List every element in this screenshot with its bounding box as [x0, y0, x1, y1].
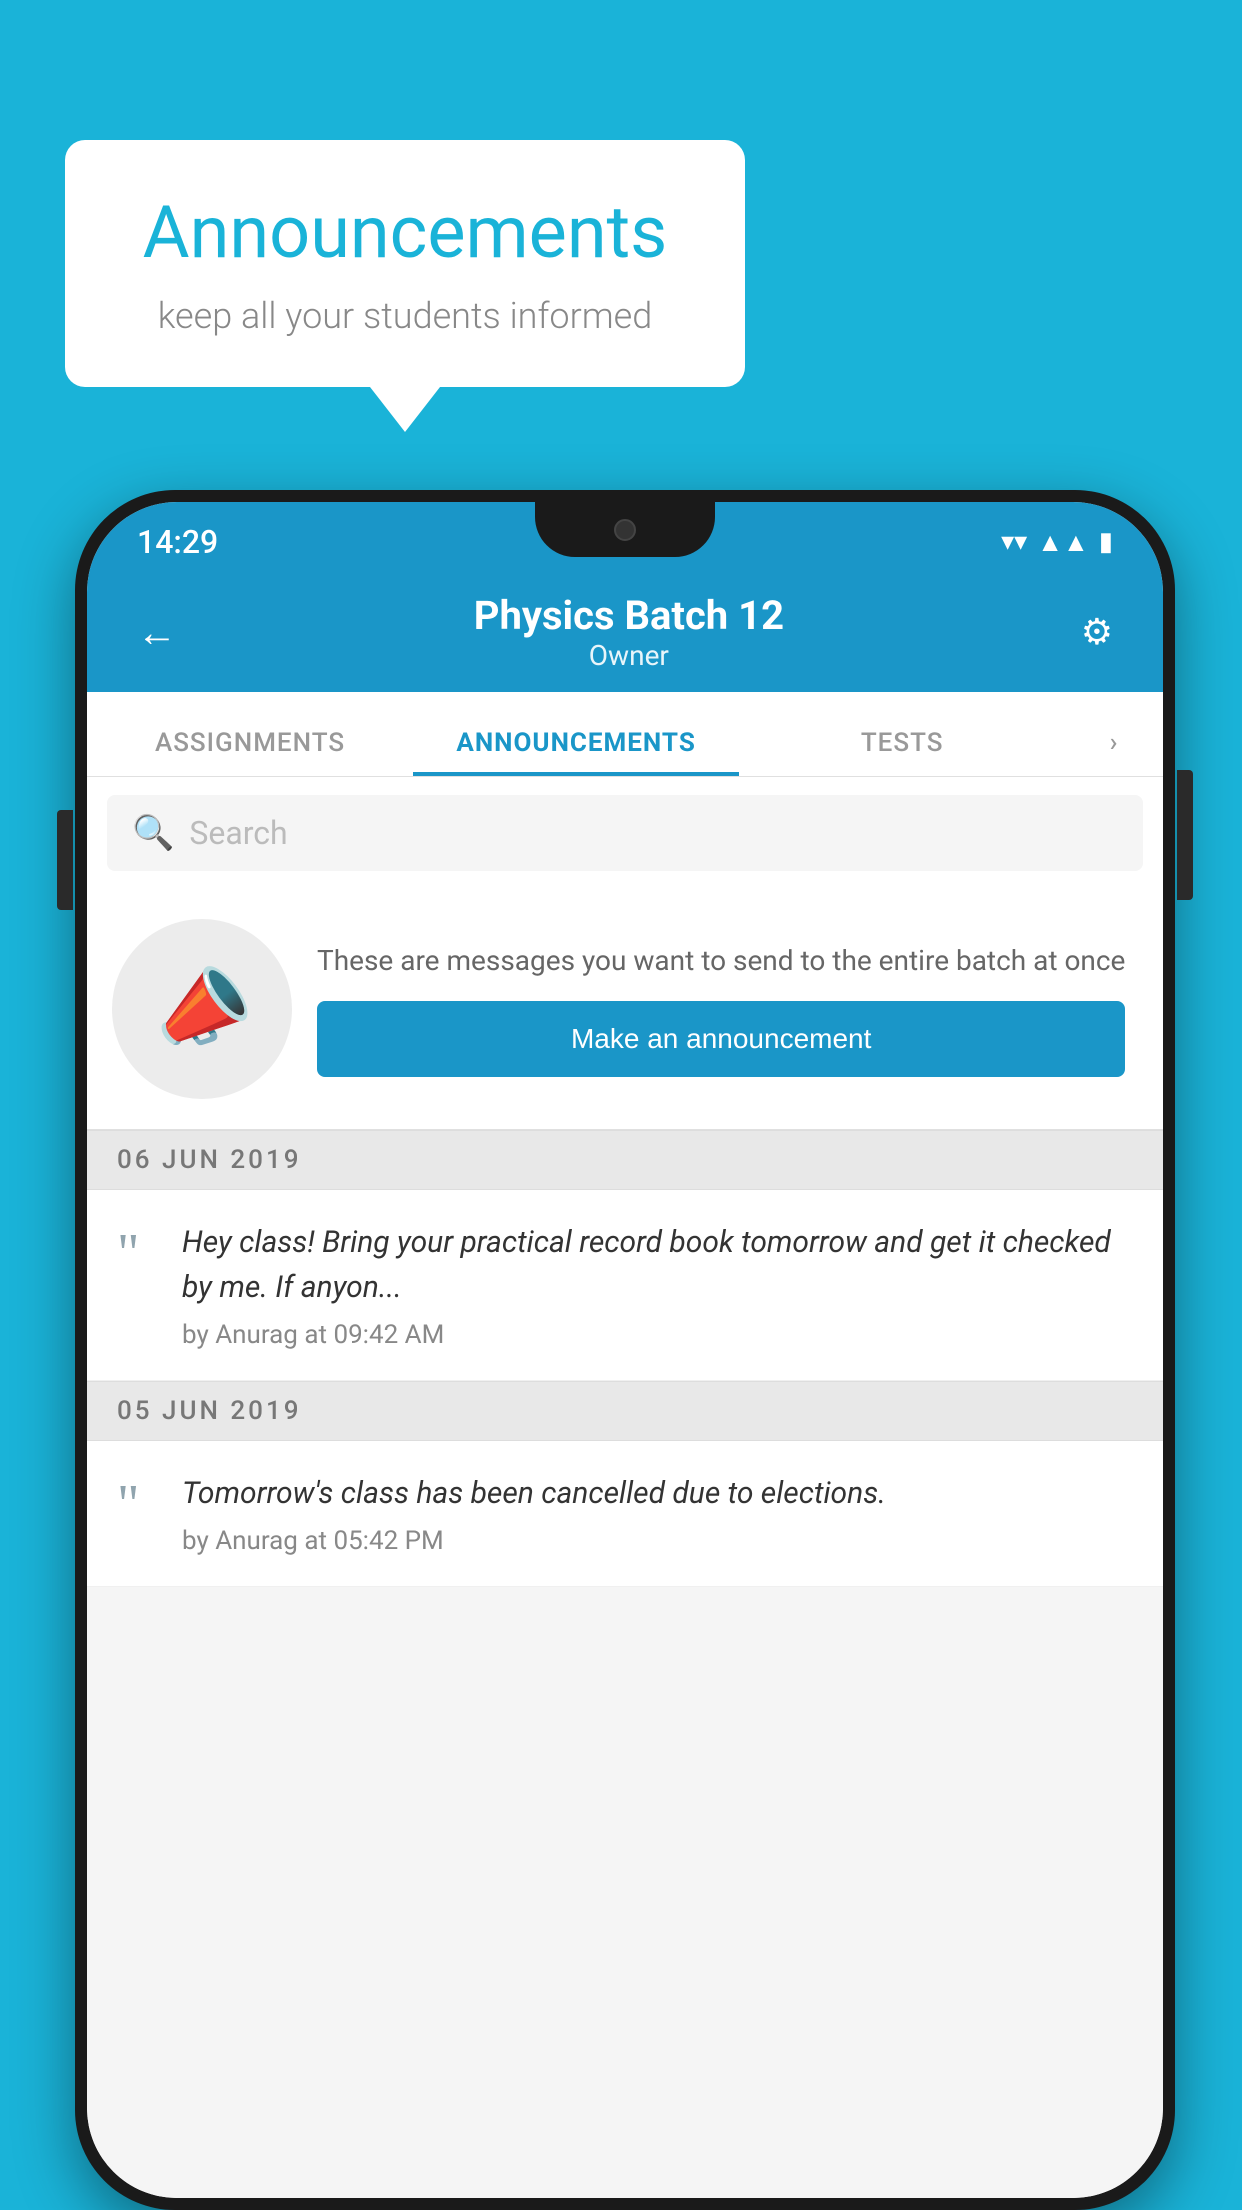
announcement-meta-2: by Anurag at 05:42 PM — [182, 1526, 1133, 1556]
battery-icon: ▮ — [1099, 527, 1113, 557]
phone-wrapper: 14:29 ▾▾ ▲▲ ▮ ← Physics Batch 12 Owner ⚙ — [75, 490, 1175, 2210]
promo-icon-circle: 📣 — [112, 919, 292, 1099]
tab-announcements[interactable]: ANNOUNCEMENTS — [413, 728, 739, 776]
app-bar-subtitle: Owner — [474, 639, 784, 672]
status-icons: ▾▾ ▲▲ ▮ — [1001, 527, 1113, 558]
phone-screen: 14:29 ▾▾ ▲▲ ▮ ← Physics Batch 12 Owner ⚙ — [87, 502, 1163, 2198]
tab-more[interactable]: › — [1065, 728, 1163, 776]
tab-assignments[interactable]: ASSIGNMENTS — [87, 728, 413, 776]
tabs: ASSIGNMENTS ANNOUNCEMENTS TESTS › — [87, 692, 1163, 777]
announcement-content-2: Tomorrow's class has been cancelled due … — [182, 1471, 1133, 1556]
announcement-meta-1: by Anurag at 09:42 AM — [182, 1320, 1133, 1350]
app-bar-title-section: Physics Batch 12 Owner — [474, 592, 784, 672]
search-icon: 🔍 — [132, 813, 174, 853]
phone-content-wrapper: ← Physics Batch 12 Owner ⚙ ASSIGNMENTS A… — [87, 572, 1163, 2198]
settings-button[interactable]: ⚙ — [1071, 601, 1123, 663]
tab-tests[interactable]: TESTS — [739, 728, 1065, 776]
make-announcement-button[interactable]: Make an announcement — [317, 1001, 1125, 1077]
app-bar-title: Physics Batch 12 — [474, 592, 784, 639]
quote-icon-2: " — [117, 1476, 157, 1531]
wifi-icon: ▾▾ — [1001, 527, 1027, 557]
speech-bubble-title: Announcements — [125, 190, 685, 275]
speech-bubble-container: Announcements keep all your students inf… — [65, 140, 745, 387]
phone-notch — [535, 502, 715, 557]
announcement-text-2: Tomorrow's class has been cancelled due … — [182, 1471, 1133, 1516]
app-bar: ← Physics Batch 12 Owner ⚙ — [87, 572, 1163, 692]
date-separator-1: 06 JUN 2019 — [87, 1130, 1163, 1190]
announcement-promo: 📣 These are messages you want to send to… — [87, 889, 1163, 1130]
promo-right: These are messages you want to send to t… — [317, 941, 1125, 1076]
content-area: 🔍 Search 📣 These are messages you want t… — [87, 777, 1163, 2198]
back-button[interactable]: ← — [127, 599, 187, 666]
phone-outer: 14:29 ▾▾ ▲▲ ▮ ← Physics Batch 12 Owner ⚙ — [75, 490, 1175, 2210]
search-placeholder: Search — [189, 814, 287, 852]
front-camera — [614, 519, 636, 541]
announcement-item-1[interactable]: " Hey class! Bring your practical record… — [87, 1190, 1163, 1381]
signal-icon: ▲▲ — [1037, 527, 1088, 558]
search-container: 🔍 Search — [87, 777, 1163, 889]
speech-bubble-subtitle: keep all your students informed — [125, 295, 685, 337]
quote-icon-1: " — [117, 1225, 157, 1280]
announcement-text-1: Hey class! Bring your practical record b… — [182, 1220, 1133, 1310]
announcement-content-1: Hey class! Bring your practical record b… — [182, 1220, 1133, 1350]
announcement-item-2[interactable]: " Tomorrow's class has been cancelled du… — [87, 1441, 1163, 1587]
search-box[interactable]: 🔍 Search — [107, 795, 1143, 871]
date-separator-2: 05 JUN 2019 — [87, 1381, 1163, 1441]
megaphone-icon: 📣 — [142, 951, 263, 1068]
speech-bubble: Announcements keep all your students inf… — [65, 140, 745, 387]
promo-description: These are messages you want to send to t… — [317, 941, 1125, 980]
status-time: 14:29 — [137, 523, 218, 561]
